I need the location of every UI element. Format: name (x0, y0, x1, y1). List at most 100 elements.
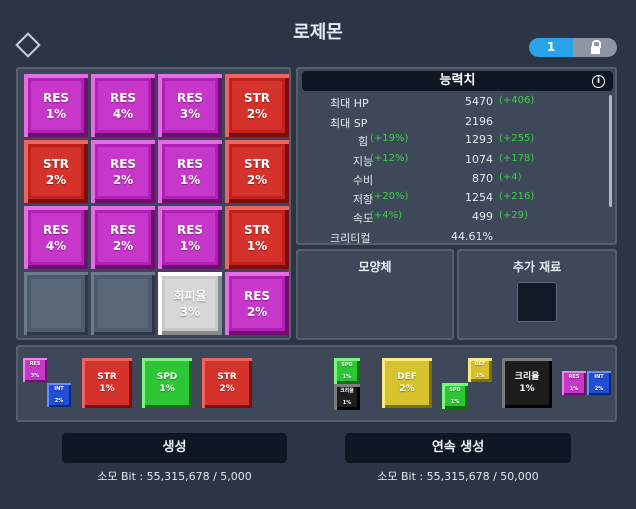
stat-value: 5470 (465, 95, 493, 108)
continuous-generate-button[interactable]: 연속 생성 (345, 433, 571, 463)
grid-tile-res[interactable]: RES 2% (91, 140, 155, 203)
tile-percent: 3% (179, 304, 201, 319)
piece-int-small[interactable]: INT 2% (47, 383, 71, 407)
tile-percent: 1% (246, 238, 268, 253)
toggle-count[interactable]: 1 (529, 38, 573, 57)
grid-tile-res[interactable]: RES 1% (24, 74, 88, 137)
info-icon[interactable]: i (592, 75, 605, 88)
tile-percent: 2% (246, 106, 268, 121)
stat-bonus: (+4) (499, 172, 522, 183)
tile-label: STR (243, 156, 271, 171)
grid-tile-str[interactable]: STR 1% (225, 206, 289, 269)
stat-label: 최대 HP (330, 97, 369, 110)
tile-label: RES (42, 222, 70, 237)
stat-label: 수비 (352, 174, 374, 187)
lock-toggle[interactable]: 1 (529, 38, 617, 57)
stat-label: 크리티컬 (330, 232, 371, 245)
stat-value: 44.61% (451, 230, 493, 243)
tile-label: 회피율 (173, 288, 207, 303)
tile-label: RES (109, 90, 137, 105)
piece-crit-small[interactable]: 크리율 1% (334, 384, 360, 410)
tile-label: STR (243, 90, 271, 105)
tile-percent: 2% (45, 172, 67, 187)
tile-percent: 4% (45, 238, 67, 253)
shape-box[interactable]: 모양체 (296, 249, 454, 340)
tile-percent: 2% (246, 172, 268, 187)
module-grid: RES 1% RES 4% RES 3% STR 2% STR 2% RES 2% RES 1% STR 2%… (24, 74, 289, 335)
stat-row: 크리티컬 44.61% (298, 230, 608, 249)
stats-scrollbar[interactable] (609, 95, 612, 207)
tile-label: STR (243, 222, 271, 237)
stat-value: 870 (472, 172, 493, 185)
grid-slot-empty[interactable] (91, 272, 155, 335)
tile-percent: 4% (112, 106, 134, 121)
generate-button[interactable]: 생성 (62, 433, 287, 463)
grid-tile-res[interactable]: RES 4% (24, 206, 88, 269)
piece-spd-small-2[interactable]: SPD 1% (442, 383, 468, 409)
stat-row: 속도 (+4%) 499 (+29) (298, 210, 608, 229)
piece-spd-1[interactable]: SPD 1% (142, 358, 192, 408)
piece-int-small-2[interactable]: INT 2% (587, 371, 611, 395)
tile-label: STR (42, 156, 70, 171)
grid-slot-empty[interactable] (24, 272, 88, 335)
stats-panel: 능력치 i 최대 HP 5470 (+406) 최대 SP 2196 힘 (+19%) 129… (296, 67, 617, 245)
material-slot[interactable] (517, 282, 557, 322)
lock-button[interactable] (573, 38, 617, 57)
grid-tile-res[interactable]: RES 1% (158, 140, 222, 203)
stat-bonus: (+255) (499, 133, 535, 144)
tile-percent: 2% (112, 172, 134, 187)
grid-tile-str[interactable]: STR 2% (24, 140, 88, 203)
grid-tile-res[interactable]: RES 2% (225, 272, 289, 335)
piece-def-1[interactable]: DEF 2% (382, 358, 432, 408)
piece-def-small[interactable]: DEF 1% (468, 358, 492, 382)
piece-str-2[interactable]: STR 2% (202, 358, 252, 408)
module-grid-panel: RES 1% RES 4% RES 3% STR 2% STR 2% RES 2% RES 1% STR 2%… (16, 67, 291, 340)
generate-cost: 소모 Bit : 55,315,678 / 5,000 (97, 470, 252, 483)
piece-tray: RES 3% INT 2% STR 1% SPD 1% STR 2% SPD 1% 크리율 1… (16, 345, 617, 422)
stat-row: 힘 (+19%) 1293 (+255) (298, 133, 608, 152)
tile-percent: 2% (246, 304, 268, 319)
stat-label: 최대 SP (330, 117, 368, 130)
stat-bonus: (+216) (499, 191, 535, 202)
tile-label: RES (243, 288, 271, 303)
stat-value: 499 (472, 210, 493, 223)
stat-bonus: (+178) (499, 153, 535, 164)
stat-bonus: (+29) (499, 210, 528, 221)
tile-percent: 1% (179, 238, 201, 253)
piece-crit-1[interactable]: 크리율 1% (502, 358, 552, 408)
stat-percent: (+20%) (370, 191, 409, 202)
tile-label: RES (176, 90, 204, 105)
continuous-generate-cost: 소모 Bit : 55,315,678 / 50,000 (377, 470, 539, 483)
stats-title: 능력치 (439, 73, 476, 88)
grid-tile-str[interactable]: STR 2% (225, 74, 289, 137)
stat-percent: (+4%) (370, 210, 403, 221)
tile-percent: 2% (112, 238, 134, 253)
tile-percent: 1% (179, 172, 201, 187)
grid-tile-res[interactable]: RES 4% (91, 74, 155, 137)
stat-row: 지능 (+12%) 1074 (+178) (298, 153, 608, 172)
lock-icon (590, 39, 601, 54)
stat-row: 저항 (+20%) 1254 (+216) (298, 191, 608, 210)
stat-row: 최대 HP 5470 (+406) (298, 95, 608, 114)
tile-label: RES (176, 156, 204, 171)
tile-percent: 3% (179, 106, 201, 121)
stat-value: 2196 (465, 115, 493, 128)
material-box: 추가 재료 (457, 249, 617, 340)
tile-label: RES (109, 222, 137, 237)
piece-res-small-2[interactable]: RES 1% (562, 371, 586, 395)
grid-tile-str[interactable]: STR 2% (225, 140, 289, 203)
piece-res-small[interactable]: RES 3% (23, 358, 47, 382)
tile-label: RES (176, 222, 204, 237)
grid-tile-res[interactable]: RES 3% (158, 74, 222, 137)
grid-tile-res[interactable]: RES 2% (91, 206, 155, 269)
stats-header: 능력치 i (302, 71, 613, 91)
stat-percent: (+12%) (370, 153, 409, 164)
shape-box-title: 모양체 (358, 260, 392, 274)
grid-tile-res[interactable]: RES 1% (158, 206, 222, 269)
stat-row: 최대 SP 2196 (298, 115, 608, 134)
material-box-title: 추가 재료 (512, 260, 562, 274)
stat-row: 수비 870 (+4) (298, 172, 608, 191)
grid-tile-evd[interactable]: 회피율 3% (158, 272, 222, 335)
piece-str-1[interactable]: STR 1% (82, 358, 132, 408)
piece-spd-small[interactable]: SPD 1% (334, 358, 360, 384)
